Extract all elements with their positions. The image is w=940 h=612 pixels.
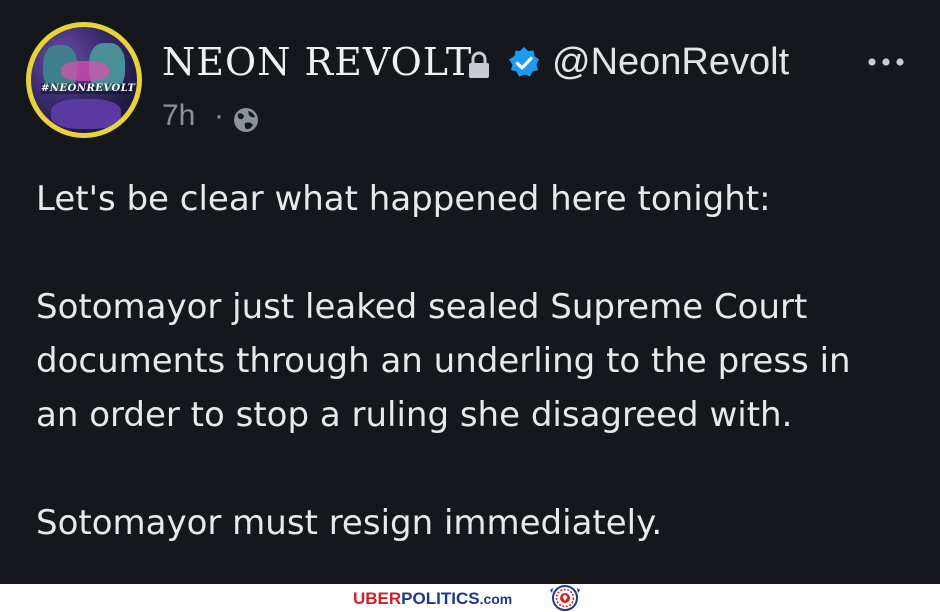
post-card: #NEONREVOLT NEON REVOLT @NeonRevolt 7h ·… xyxy=(0,0,940,584)
brand-politics: POLITICS xyxy=(401,589,480,608)
more-options-icon[interactable] xyxy=(866,56,906,68)
post-line: Sotomayor must resign immediately. xyxy=(36,503,663,543)
avatar-tag: #NEONREVOLT xyxy=(41,83,136,94)
globe-icon xyxy=(234,108,258,132)
post-line: Sotomayor just leaked sealed Supreme Cou… xyxy=(36,287,808,327)
avatar-base xyxy=(51,99,121,129)
post-body: Let's be clear what happened here tonigh… xyxy=(36,172,926,550)
post-line: documents through an underling to the pr… xyxy=(36,341,851,381)
watermark-brand: UBERPOLITICS.com xyxy=(353,588,512,610)
brand-com: .com xyxy=(479,591,513,607)
watermark-footer: UBERPOLITICS.com xyxy=(0,584,940,612)
lock-icon xyxy=(469,51,489,78)
post-line: Let's be clear what happened here tonigh… xyxy=(36,179,771,219)
avatar-image: #NEONREVOLT xyxy=(31,27,137,133)
lion-crest-icon xyxy=(550,585,580,611)
post-time[interactable]: 7h xyxy=(162,96,195,136)
post-line: an order to stop a ruling she disagreed … xyxy=(36,395,793,435)
time-separator: · xyxy=(214,99,224,132)
avatar[interactable]: #NEONREVOLT xyxy=(26,22,142,138)
author-handle[interactable]: @NeonRevolt xyxy=(552,38,789,86)
post-paragraph: Let's be clear what happened here tonigh… xyxy=(36,172,926,226)
verified-badge-icon xyxy=(509,47,539,77)
avatar-pink-glow xyxy=(61,61,109,81)
author-name[interactable]: NEON REVOLT xyxy=(162,38,472,86)
post-paragraph: Sotomayor must resign immediately. xyxy=(36,496,926,550)
brand-uber: UBER xyxy=(353,589,402,608)
post-paragraph: Sotomayor just leaked sealed Supreme Cou… xyxy=(36,280,926,442)
